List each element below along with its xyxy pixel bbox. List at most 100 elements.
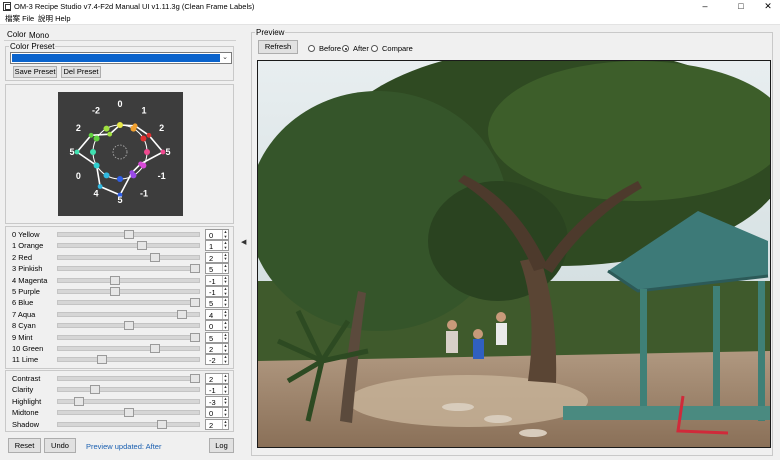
wheel-value-point — [146, 132, 152, 138]
value-spinbox[interactable]: -1 ▲ ▼ — [205, 384, 229, 396]
chevron-down-icon[interactable]: ⌄ — [220, 53, 230, 63]
value-spinbox[interactable]: 0 ▲ ▼ — [205, 320, 229, 332]
slider-track[interactable] — [57, 346, 200, 351]
spinbox-value: 0 — [209, 409, 214, 419]
menu-help[interactable]: 說明 Help — [38, 13, 71, 24]
photo-gazebo-deck — [563, 406, 770, 420]
slider-thumb[interactable] — [110, 275, 121, 285]
spin-arrows-icon[interactable]: ▲ ▼ — [222, 419, 228, 429]
slider-thumb[interactable] — [123, 321, 134, 331]
slider-track[interactable] — [57, 334, 200, 340]
slider-thumb[interactable] — [156, 419, 167, 429]
slider-thumb[interactable] — [150, 252, 161, 262]
wheel-value-label: 4 — [93, 189, 98, 199]
collapse-panel-icon[interactable]: ◀ — [241, 238, 246, 246]
value-spinbox[interactable]: 2 ▲ ▼ — [205, 343, 229, 354]
value-spinbox[interactable]: -1 ▲ ▼ — [205, 286, 229, 297]
slider-thumb[interactable] — [96, 355, 107, 365]
reset-button[interactable]: Reset — [8, 438, 41, 453]
slider-thumb[interactable] — [190, 298, 200, 308]
slider-thumb[interactable] — [110, 287, 121, 296]
slider-track[interactable] — [57, 387, 200, 393]
radio-after-dot[interactable] — [342, 45, 349, 52]
wheel-value-label: 0 — [76, 171, 81, 181]
value-spinbox[interactable]: 2 ▲ ▼ — [205, 418, 229, 430]
value-spinbox[interactable]: -1 ▲ ▼ — [205, 274, 229, 286]
slider-label: 4 Magenta — [12, 275, 48, 285]
slider-track[interactable] — [57, 266, 200, 272]
slider-label: Midtone — [12, 408, 39, 418]
slider-thumb[interactable] — [136, 241, 147, 251]
wheel-value-label: -2 — [92, 105, 100, 115]
value-spinbox[interactable]: 5 ▲ ▼ — [205, 331, 229, 343]
slider-thumb[interactable] — [123, 230, 134, 239]
value-spinbox[interactable]: 2 ▲ ▼ — [205, 373, 229, 384]
spin-arrows-icon[interactable]: ▲ ▼ — [222, 320, 228, 331]
value-spinbox[interactable]: 1 ▲ ▼ — [205, 240, 229, 252]
slider-track[interactable] — [57, 376, 200, 381]
spin-arrows-icon[interactable]: ▲ ▼ — [222, 275, 228, 285]
slider-thumb[interactable] — [190, 374, 200, 383]
value-spinbox[interactable]: 0 ▲ ▼ — [205, 407, 229, 419]
spin-arrows-icon[interactable]: ▲ ▼ — [222, 373, 228, 383]
value-spinbox[interactable]: 5 ▲ ▼ — [205, 263, 229, 275]
radio-compare-label: Compare — [382, 44, 413, 53]
spin-arrows-icon[interactable]: ▲ ▼ — [222, 252, 228, 262]
slider-thumb[interactable] — [176, 309, 187, 319]
refresh-button[interactable]: Refresh — [258, 40, 298, 54]
spin-arrows-icon[interactable]: ▲ ▼ — [222, 298, 228, 308]
slider-track[interactable] — [57, 289, 200, 294]
color-preset-dropdown[interactable]: ⌄ — [10, 52, 232, 64]
undo-button[interactable]: Undo — [44, 438, 76, 453]
slider-thumb[interactable] — [190, 264, 200, 274]
photo-child-2 — [473, 339, 484, 359]
wheel-hue-dot — [90, 149, 96, 155]
spin-arrows-icon[interactable]: ▲ ▼ — [222, 407, 228, 418]
tab-color[interactable]: Color — [7, 30, 26, 39]
spin-arrows-icon[interactable]: ▲ ▼ — [222, 241, 228, 251]
app-icon — [3, 2, 11, 11]
color-preset-label: Color Preset — [9, 42, 56, 51]
radio-before-dot[interactable] — [308, 45, 315, 52]
log-button[interactable]: Log — [209, 438, 234, 453]
tab-mono[interactable]: Mono — [29, 31, 49, 40]
value-spinbox[interactable]: -3 ▲ ▼ — [205, 395, 229, 407]
spin-arrows-icon[interactable]: ▲ ▼ — [222, 332, 228, 342]
slider-track[interactable] — [57, 243, 200, 249]
wheel-value-label: -1 — [140, 189, 148, 199]
window-title: OM-3 Recipe Studio v7.4-F2d Manual UI v1… — [14, 2, 255, 11]
value-spinbox[interactable]: 0 ▲ ▼ — [205, 229, 229, 240]
slider-track[interactable] — [57, 300, 200, 306]
spin-arrows-icon[interactable]: ▲ ▼ — [222, 229, 228, 239]
value-spinbox[interactable]: -2 ▲ ▼ — [205, 354, 229, 366]
photo-path — [348, 375, 588, 427]
minimize-icon[interactable]: – — [690, 0, 720, 13]
radio-compare-dot[interactable] — [371, 45, 378, 52]
maximize-icon[interactable]: □ — [726, 0, 756, 13]
value-spinbox[interactable]: 5 ▲ ▼ — [205, 297, 229, 309]
spinbox-value: 5 — [209, 265, 214, 275]
slider-track[interactable] — [57, 277, 200, 283]
slider-track[interactable] — [57, 254, 200, 260]
slider-thumb[interactable] — [150, 344, 161, 353]
slider-thumb[interactable] — [123, 408, 134, 418]
spin-arrows-icon[interactable]: ▲ ▼ — [222, 396, 228, 406]
save-preset-button[interactable]: Save Preset — [13, 66, 57, 78]
slider-track[interactable] — [57, 357, 200, 363]
spin-arrows-icon[interactable]: ▲ ▼ — [222, 343, 228, 353]
close-icon[interactable]: ✕ — [753, 0, 780, 13]
photo-stone-1 — [442, 403, 474, 411]
delete-preset-button[interactable]: Del Preset — [61, 66, 101, 78]
slider-track[interactable] — [57, 421, 200, 427]
spin-arrows-icon[interactable]: ▲ ▼ — [222, 263, 228, 274]
value-spinbox[interactable]: 2 ▲ ▼ — [205, 251, 229, 263]
spin-arrows-icon[interactable]: ▲ ▼ — [222, 385, 228, 395]
menu-file[interactable]: 檔案 File — [5, 13, 34, 24]
slider-thumb[interactable] — [90, 385, 101, 395]
spin-arrows-icon[interactable]: ▲ ▼ — [222, 355, 228, 365]
value-spinbox[interactable]: 4 ▲ ▼ — [205, 308, 229, 320]
slider-thumb[interactable] — [190, 332, 200, 342]
spin-arrows-icon[interactable]: ▲ ▼ — [222, 309, 228, 319]
spin-arrows-icon[interactable]: ▲ ▼ — [222, 286, 228, 296]
slider-thumb[interactable] — [73, 396, 84, 406]
